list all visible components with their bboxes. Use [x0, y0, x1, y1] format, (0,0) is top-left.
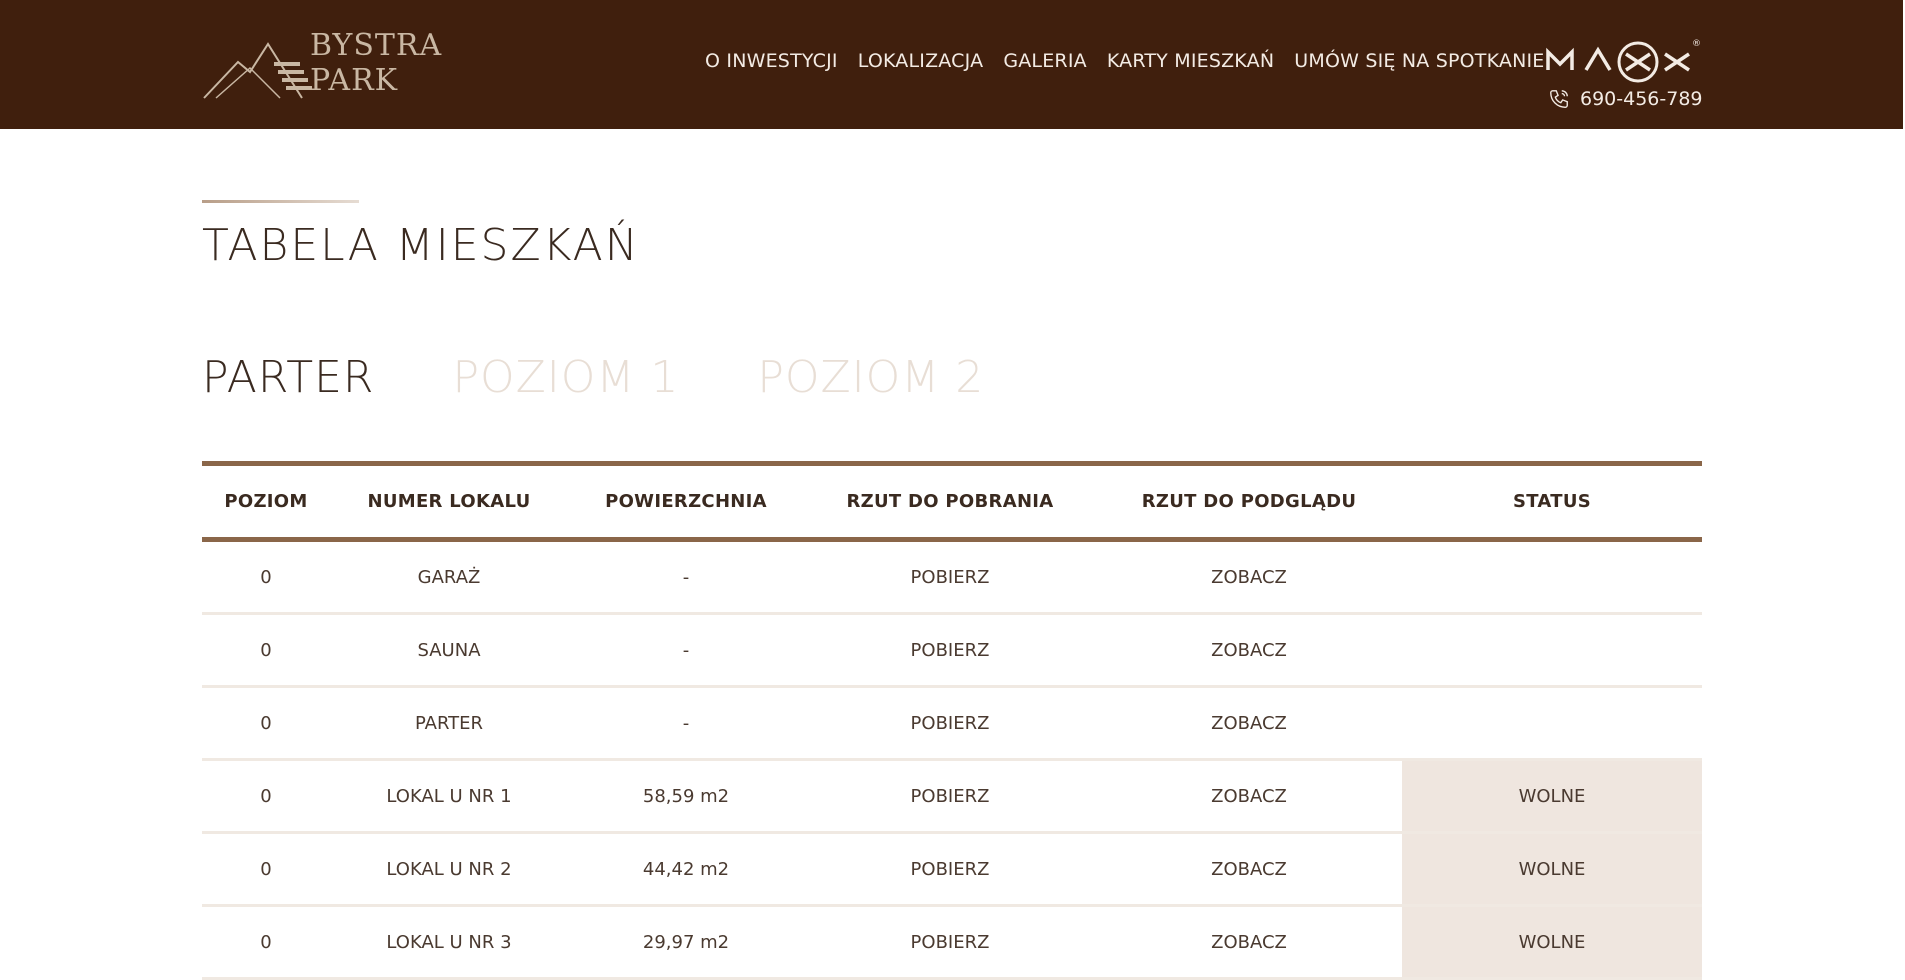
cell-numer-lokalu: LOKAL U NR 2: [330, 832, 568, 907]
table-body: 0 GARAŻ - POBIERZ ZOBACZ 0 SAUNA - POBIE…: [202, 539, 1702, 980]
cell-poziom: 0: [202, 686, 330, 761]
download-plan-link[interactable]: POBIERZ: [804, 686, 1096, 761]
col-rzut-do-podgladu: RZUT DO PODGLĄDU: [1141, 491, 1357, 512]
nav-o-inwestycji[interactable]: O INWESTYCJI: [705, 50, 838, 72]
cell-numer-lokalu: GARAŻ: [330, 539, 568, 615]
logo-line-2: PARK: [310, 63, 399, 98]
download-plan-link[interactable]: POBIERZ: [804, 905, 1096, 980]
status-badge: WOLNE: [1402, 759, 1702, 834]
cell-status: [1402, 613, 1702, 688]
bystra-park-logo[interactable]: BYSTRA PARK: [202, 28, 441, 100]
nav-lokalizacja[interactable]: LOKALIZACJA: [858, 50, 984, 72]
download-plan-link[interactable]: POBIERZ: [804, 832, 1096, 907]
cell-powierzchnia: -: [568, 613, 804, 688]
cell-poziom: 0: [202, 832, 330, 907]
tab-poziom-1[interactable]: POZIOM 1: [452, 352, 679, 403]
table-row: 0 GARAŻ - POBIERZ ZOBACZ: [202, 539, 1702, 615]
col-rzut-do-pobrania: RZUT DO POBRANIA: [846, 491, 1054, 512]
phone-number: 690-456-789: [1580, 88, 1703, 110]
nav-umow-sie-na-spotkanie[interactable]: UMÓW SIĘ NA SPOTKANIE: [1294, 50, 1544, 72]
cell-poziom: 0: [202, 539, 330, 615]
col-status: STATUS: [1512, 491, 1592, 512]
level-tabs: PARTER POZIOM 1 POZIOM 2: [202, 352, 1062, 403]
tab-poziom-2[interactable]: POZIOM 2: [757, 352, 984, 403]
cell-numer-lokalu: LOKAL U NR 1: [330, 759, 568, 834]
phone-contact[interactable]: 690-456-789: [1548, 88, 1703, 110]
view-plan-link[interactable]: ZOBACZ: [1096, 539, 1402, 615]
logo-text: BYSTRA PARK: [310, 28, 442, 98]
main-nav: O INWESTYCJI LOKALIZACJA GALERIA KARTY M…: [705, 50, 1565, 72]
table-row: 0 LOKAL U NR 1 58,59 m2 POBIERZ ZOBACZ W…: [202, 759, 1702, 834]
view-plan-link[interactable]: ZOBACZ: [1096, 832, 1402, 907]
table-row: 0 LOKAL U NR 2 44,42 m2 POBIERZ ZOBACZ W…: [202, 832, 1702, 907]
nav-galeria[interactable]: GALERIA: [1003, 50, 1087, 72]
table-row: 0 SAUNA - POBIERZ ZOBACZ: [202, 613, 1702, 688]
status-badge: WOLNE: [1402, 832, 1702, 907]
title-divider: [202, 200, 359, 203]
cell-numer-lokalu: SAUNA: [330, 613, 568, 688]
nav-karty-mieszkan[interactable]: KARTY MIESZKAŃ: [1107, 50, 1274, 72]
logo-line-1: BYSTRA: [310, 28, 443, 63]
view-plan-link[interactable]: ZOBACZ: [1096, 759, 1402, 834]
cell-numer-lokalu: PARTER: [330, 686, 568, 761]
cell-poziom: 0: [202, 613, 330, 688]
col-numer-lokalu: NUMER LOKALU: [367, 491, 531, 512]
cell-status: [1402, 539, 1702, 615]
col-poziom: POZIOM: [224, 491, 308, 512]
view-plan-link[interactable]: ZOBACZ: [1096, 905, 1402, 980]
table-header: POZIOM NUMER LOKALU POWIERZCHNIA RZUT DO…: [202, 463, 1702, 540]
col-powierzchnia: POWIERZCHNIA: [605, 491, 767, 512]
view-plan-link[interactable]: ZOBACZ: [1096, 686, 1402, 761]
table-row: 0 LOKAL U NR 3 29,97 m2 POBIERZ ZOBACZ W…: [202, 905, 1702, 980]
header-row: POZIOM NUMER LOKALU POWIERZCHNIA RZUT DO…: [202, 463, 1702, 540]
cell-numer-lokalu: LOKAL U NR 3: [330, 905, 568, 980]
cell-status: [1402, 686, 1702, 761]
cell-powierzchnia: 29,97 m2: [568, 905, 804, 980]
cell-powierzchnia: 58,59 m2: [568, 759, 804, 834]
site-header: BYSTRA PARK O INWESTYCJI LOKALIZACJA GAL…: [0, 0, 1903, 129]
tab-parter[interactable]: PARTER: [202, 352, 374, 403]
registered-mark: ®: [1692, 39, 1701, 49]
phone-icon: [1550, 90, 1568, 108]
status-badge: WOLNE: [1402, 905, 1702, 980]
cell-powierzchnia: -: [568, 539, 804, 615]
cell-powierzchnia: -: [568, 686, 804, 761]
mountain-logo-icon: [203, 42, 312, 99]
cell-powierzchnia: 44,42 m2: [568, 832, 804, 907]
download-plan-link[interactable]: POBIERZ: [804, 539, 1096, 615]
view-plan-link[interactable]: ZOBACZ: [1096, 613, 1402, 688]
download-plan-link[interactable]: POBIERZ: [804, 759, 1096, 834]
table-row: 0 PARTER - POBIERZ ZOBACZ: [202, 686, 1702, 761]
cell-poziom: 0: [202, 759, 330, 834]
download-plan-link[interactable]: POBIERZ: [804, 613, 1096, 688]
cell-poziom: 0: [202, 905, 330, 980]
apartments-table: POZIOM NUMER LOKALU POWIERZCHNIA RZUT DO…: [202, 461, 1702, 980]
maxx-brand-logo[interactable]: ®: [1546, 38, 1701, 86]
page-title: TABELA MIESZKAŃ: [202, 220, 640, 271]
apartments-table-container: POZIOM NUMER LOKALU POWIERZCHNIA RZUT DO…: [202, 461, 1702, 980]
